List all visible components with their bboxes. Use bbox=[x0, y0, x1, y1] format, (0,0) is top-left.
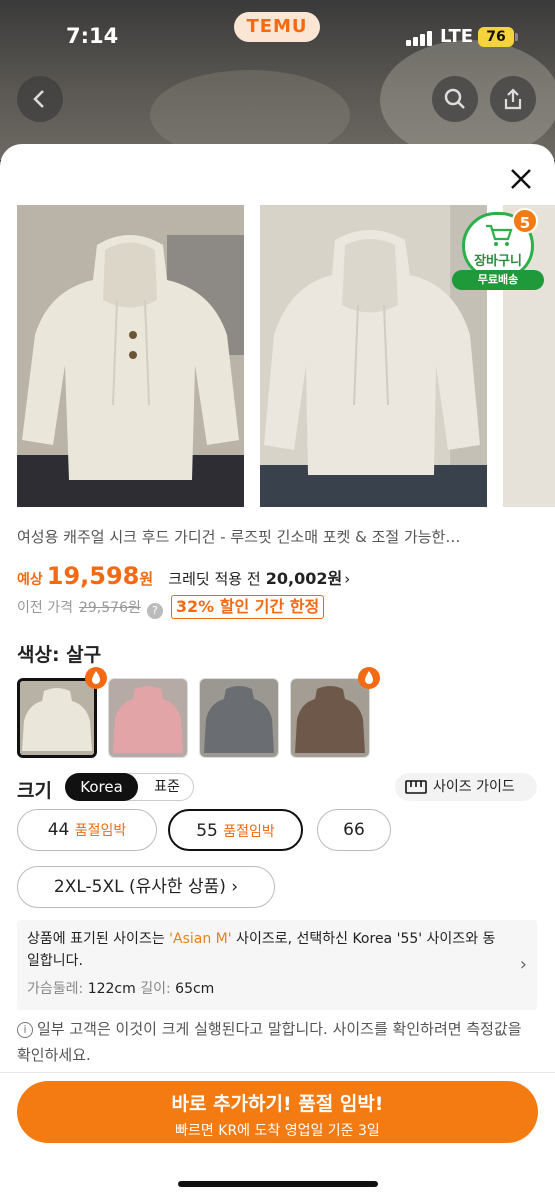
info-icon: i bbox=[17, 1022, 33, 1038]
ruler-icon bbox=[405, 780, 427, 794]
swatch-image bbox=[20, 681, 94, 755]
size-option-66[interactable]: 66 bbox=[317, 809, 391, 851]
search-button[interactable] bbox=[432, 76, 478, 122]
previous-price-label: 이전 가격 bbox=[17, 600, 73, 616]
search-icon bbox=[444, 88, 465, 109]
size-option-44[interactable]: 44 품절임박 bbox=[17, 809, 157, 851]
product-image-2[interactable] bbox=[260, 205, 487, 507]
cart-icon bbox=[486, 224, 513, 246]
status-bar: 7:14 TEMU LTE 76 bbox=[0, 0, 555, 70]
size-label: 크기 bbox=[17, 780, 52, 802]
similar-sizes-button[interactable]: 2XL-5XL (유사한 상품) › bbox=[17, 866, 275, 908]
close-icon bbox=[511, 169, 531, 189]
divider bbox=[0, 1072, 555, 1073]
swatch-image bbox=[291, 679, 369, 757]
size-info-highlight: 'Asian M' bbox=[169, 931, 232, 947]
signal-icon bbox=[406, 30, 436, 46]
chevron-right-icon: › bbox=[519, 954, 527, 975]
length-value: 65cm bbox=[175, 981, 215, 997]
size-info-box[interactable]: 상품에 표기된 사이즈는 'Asian M' 사이즈로, 선택하신 Korea … bbox=[17, 920, 537, 1010]
color-swatch-gray[interactable] bbox=[199, 678, 279, 758]
size-info-text: 상품에 표기된 사이즈는 bbox=[27, 931, 170, 947]
close-button[interactable] bbox=[506, 164, 536, 194]
network-label: LTE bbox=[440, 26, 474, 47]
product-title[interactable]: 여성용 캐주얼 시크 후드 가디건 - 루즈핏 긴소매 포켓 & 조절 가능한… bbox=[17, 526, 542, 547]
price-label: 예상 bbox=[17, 572, 43, 588]
chevron-left-icon bbox=[33, 90, 44, 108]
low-stock-tag: 품절임박 bbox=[223, 824, 275, 840]
cart-count-badge: 5 bbox=[512, 208, 538, 234]
share-button[interactable] bbox=[490, 76, 536, 122]
chest-value: 122cm bbox=[87, 981, 136, 997]
size-standard-toggle[interactable]: Korea 표준 bbox=[65, 773, 194, 801]
swatch-image bbox=[200, 679, 278, 757]
cart-button[interactable]: 5 장바구니 무료배송 bbox=[452, 208, 544, 292]
previous-price-row: 이전 가격 29,576원? 32% 할인 기간 한정 bbox=[17, 595, 325, 621]
size-option-55[interactable]: 55 품절임박 bbox=[168, 809, 303, 851]
measurements: 가슴둘레: 122cm 길이: 65cm bbox=[27, 978, 214, 998]
toggle-korea[interactable]: Korea bbox=[65, 773, 138, 801]
color-swatch-pink[interactable] bbox=[108, 678, 188, 758]
color-swatch-apricot[interactable] bbox=[17, 678, 97, 758]
size-info-message: 상품에 표기된 사이즈는 'Asian M' 사이즈로, 선택하신 Korea … bbox=[27, 928, 507, 972]
toggle-standard[interactable]: 표준 bbox=[140, 774, 194, 800]
low-stock-tag: 품절임박 bbox=[74, 823, 127, 839]
size-guide-label: 사이즈 가이드 bbox=[433, 779, 515, 795]
previous-price: 29,576원 bbox=[78, 600, 141, 616]
add-to-cart-button[interactable]: 바로 추가하기! 품절 임박! 빠르면 KR에 도착 영업일 기준 3일 bbox=[17, 1081, 538, 1143]
back-button[interactable] bbox=[17, 76, 63, 122]
help-icon[interactable]: ? bbox=[146, 603, 163, 619]
price-unit: 원 bbox=[139, 570, 154, 588]
hot-fire-icon bbox=[358, 667, 380, 689]
battery-icon: 76 bbox=[478, 27, 518, 47]
fit-note-text: 일부 고객은 이것이 크게 실행된다고 말합니다. 사이즈를 확인하려면 측정값… bbox=[17, 1020, 522, 1064]
home-indicator bbox=[178, 1181, 378, 1187]
app-badge[interactable]: TEMU bbox=[234, 12, 320, 42]
size-value: 55 bbox=[196, 821, 218, 841]
fit-note: i 일부 고객은 이것이 크게 실행된다고 말합니다. 사이즈를 확인하려면 측정… bbox=[17, 1016, 537, 1068]
price-row[interactable]: 예상 19,598원 크레딧 적용 전 20,002원 › bbox=[17, 562, 350, 592]
length-label: 길이: bbox=[140, 981, 171, 997]
cart-label: 장바구니 bbox=[474, 254, 522, 269]
size-value: 44 bbox=[47, 820, 70, 840]
product-image-1[interactable] bbox=[17, 205, 244, 507]
color-label: 색상: 살구 bbox=[17, 644, 102, 666]
discount-badge: 32% 할인 기간 한정 bbox=[170, 595, 325, 619]
hot-fire-icon bbox=[85, 667, 107, 689]
credit-label: 크레딧 적용 전 bbox=[168, 570, 261, 588]
status-time: 7:14 bbox=[66, 24, 119, 48]
chevron-right-icon: › bbox=[344, 570, 351, 588]
share-icon bbox=[504, 88, 522, 110]
hoodie-image bbox=[17, 205, 244, 507]
free-shipping-badge: 무료배송 bbox=[452, 270, 544, 290]
hoodie-image bbox=[260, 205, 487, 507]
color-swatch-brown[interactable] bbox=[290, 678, 370, 758]
credit-price: 20,002원 bbox=[265, 569, 343, 588]
chest-label: 가슴둘레: bbox=[27, 981, 84, 997]
size-guide-button[interactable]: 사이즈 가이드 bbox=[395, 773, 537, 801]
cta-main-label: 바로 추가하기! 품절 임박! bbox=[171, 1093, 384, 1115]
size-value: 66 bbox=[343, 820, 365, 840]
price-value: 19,598 bbox=[46, 562, 140, 590]
cta-sub-label: 빠르면 KR에 도착 영업일 기준 3일 bbox=[175, 1123, 380, 1139]
swatch-image bbox=[109, 679, 187, 757]
